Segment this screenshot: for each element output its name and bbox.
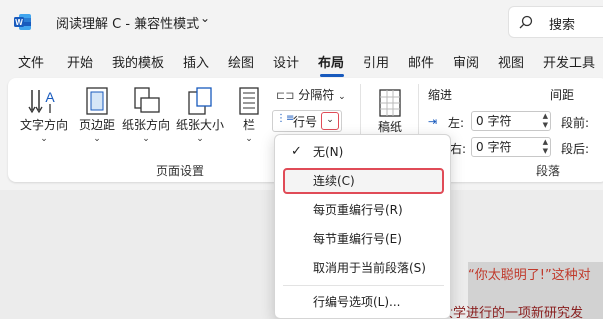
menu-item-none[interactable]: ✓ 无(N) (283, 139, 444, 165)
menu-item-label: 行编号选项(L)... (313, 295, 401, 309)
menu-item-continuous[interactable]: 连续(C) (283, 168, 444, 194)
chevron-down-icon: ⌄ (338, 92, 346, 102)
line-numbers-label: 行号 (293, 115, 318, 129)
title-bar: W 阅读理解 C - 兼容性模式 ⌄ 搜索 (0, 0, 603, 44)
checkmark-icon: ✓ (291, 144, 302, 159)
paper-size-button[interactable]: 纸张大小 ⌄ (174, 86, 226, 144)
active-tab-indicator (320, 74, 344, 77)
word-logo-icon[interactable]: W (14, 13, 32, 31)
text-direction-label: 文字方向 (19, 118, 68, 132)
manuscript-paper-label: 稿纸 (377, 120, 402, 134)
spacing-after-label: 段后: (561, 142, 590, 156)
document-title[interactable]: 阅读理解 C - 兼容性模式 (56, 13, 199, 32)
menu-item-restart-each-section[interactable]: 每节重编行号(E) (283, 226, 444, 252)
line-numbers-icon: ⋮≡ (276, 113, 295, 124)
tab-view[interactable]: 视图 (498, 52, 524, 71)
columns-button[interactable]: 栏 ⌄ (232, 86, 266, 144)
indent-left-label: 左: (448, 116, 465, 130)
chevron-down-icon: ⌄ (142, 134, 150, 144)
paper-size-icon (188, 87, 212, 115)
orientation-icon (134, 87, 160, 113)
page-setup-group-label: 页面设置 (156, 164, 205, 178)
text-direction-icon: A (28, 89, 55, 114)
document-text-line: “你太聪明了!”这种对 (468, 268, 591, 283)
indent-left-field[interactable]: 0 字符 ▲ ▼ (471, 111, 551, 131)
orientation-label: 纸张方向 (121, 118, 170, 132)
chevron-down-icon: ⌄ (40, 134, 48, 144)
spacing-before-label: 段前: (561, 116, 590, 130)
tab-design[interactable]: 设计 (273, 52, 299, 71)
menu-item-label: 无(N) (313, 145, 344, 159)
indent-left-icon: ⇥ (428, 115, 438, 128)
margins-button[interactable]: 页边距 ⌄ (74, 86, 120, 144)
breaks-button[interactable]: ⊏⊐ 分隔符 ⌄ (276, 86, 346, 103)
chevron-down-icon: ⌄ (245, 134, 253, 144)
tab-my-templates[interactable]: 我的模板 (112, 52, 164, 71)
tab-review[interactable]: 审阅 (453, 52, 479, 71)
paper-size-label: 纸张大小 (175, 118, 224, 132)
margins-icon (86, 87, 108, 115)
menu-item-label: 取消用于当前段落(S) (313, 261, 426, 275)
menu-item-label: 每页重编行号(R) (313, 203, 403, 217)
indent-right-field[interactable]: 0 字符 ▲ ▼ (471, 137, 551, 157)
breaks-label: 分隔符 (298, 88, 335, 102)
text-direction-button[interactable]: A 文字方向 ⌄ (18, 86, 70, 144)
margins-label: 页边距 (78, 118, 115, 132)
indent-heading: 缩进 (428, 88, 453, 102)
manuscript-paper-button[interactable]: 稿纸 (370, 88, 410, 135)
document-text-line: 大学进行的一项新研究发 (440, 306, 584, 319)
search-icon (519, 15, 533, 29)
columns-icon (239, 87, 259, 115)
menu-item-label: 连续(C) (313, 174, 355, 188)
line-numbers-button[interactable]: ⋮≡ 行号 ⌄ (272, 110, 342, 132)
tab-insert[interactable]: 插入 (183, 52, 209, 71)
menu-item-suppress-for-paragraph[interactable]: 取消用于当前段落(S) (283, 255, 444, 281)
paragraph-group-label: 段落 (536, 164, 561, 178)
search-box[interactable]: 搜索 (508, 6, 603, 38)
tab-file[interactable]: 文件 (18, 52, 44, 71)
title-chevron-down-icon[interactable]: ⌄ (200, 11, 210, 25)
orientation-button[interactable]: 纸张方向 ⌄ (120, 86, 172, 144)
svg-text:A: A (45, 89, 55, 105)
indent-left-value: 0 字符 (476, 114, 512, 128)
chevron-down-icon: ⌄ (93, 134, 101, 144)
spinner-arrows-icon[interactable]: ▲ ▼ (543, 138, 548, 156)
indent-right-label: 右: (450, 142, 467, 156)
indent-right-value: 0 字符 (476, 140, 512, 154)
menu-item-line-numbering-options[interactable]: 行编号选项(L)... (283, 289, 444, 315)
line-numbers-dropdown-chevron-icon[interactable]: ⌄ (321, 112, 339, 130)
tab-references[interactable]: 引用 (363, 52, 389, 71)
menu-item-label: 每节重编行号(E) (313, 232, 402, 246)
spacing-heading: 间距 (550, 88, 575, 102)
line-numbers-menu: ✓ 无(N) 连续(C) 每页重编行号(R) 每节重编行号(E) 取消用于当前段… (274, 134, 451, 319)
spinner-arrows-icon[interactable]: ▲ ▼ (543, 112, 548, 130)
breaks-icon: ⊏⊐ (276, 89, 295, 102)
menu-divider (283, 285, 444, 286)
tab-draw[interactable]: 绘图 (228, 52, 254, 71)
tab-mailings[interactable]: 邮件 (408, 52, 434, 71)
tab-layout[interactable]: 布局 (318, 52, 344, 71)
menu-item-restart-each-page[interactable]: 每页重编行号(R) (283, 197, 444, 223)
search-label: 搜索 (549, 18, 576, 33)
tab-home[interactable]: 开始 (67, 52, 93, 71)
tab-developer[interactable]: 开发工具 (543, 52, 595, 71)
columns-label: 栏 (242, 118, 255, 132)
svg-text:W: W (15, 18, 23, 27)
chevron-down-icon: ⌄ (196, 134, 204, 144)
manuscript-paper-icon (379, 89, 401, 117)
